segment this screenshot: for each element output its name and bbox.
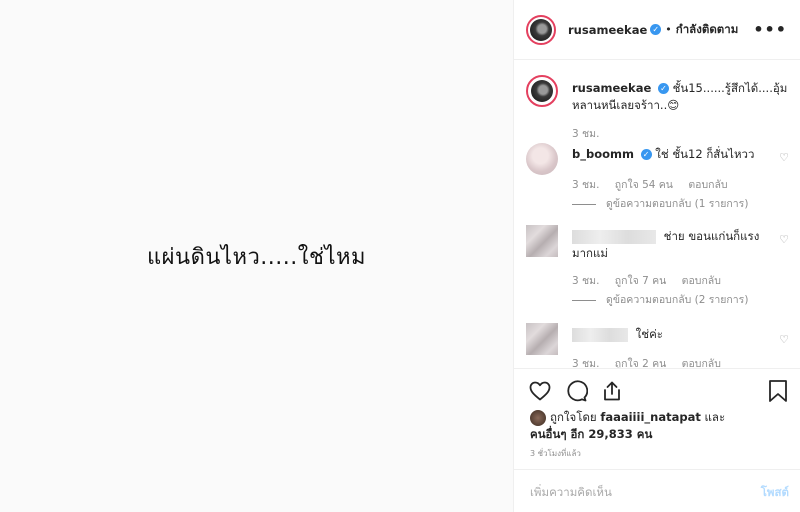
post-side-panel: rusameekae ✓ • กำลังติดตาม ••• rusameeka…: [513, 0, 800, 512]
comment-item: ใช่ค่ะ ♡ 3 ชม. ถูกใจ 2 คน ตอบกลับ: [526, 323, 791, 368]
verified-badge-icon: ✓: [657, 83, 669, 94]
caption-time[interactable]: 3 ชม.: [572, 128, 599, 140]
commenter-username[interactable]: b_boomm: [572, 147, 634, 161]
caption-meta: 3 ชม.: [572, 125, 611, 142]
commenter-avatar[interactable]: [526, 143, 558, 175]
post-actions-section: ถูกใจโดย faaaiiii_natapat และ คนอื่นๆ อี…: [514, 368, 800, 512]
view-replies-label: ดูข้อความตอบกลับ (1 รายการ): [606, 198, 749, 210]
commenter-username-blurred[interactable]: [572, 327, 628, 342]
verified-badge-icon: ✓: [640, 149, 652, 160]
post-time-ago[interactable]: 3 ชั่วโมงที่แล้ว: [530, 447, 581, 460]
comment-text: ใช่ค่ะ: [635, 327, 663, 341]
like-comment-heart-icon[interactable]: ♡: [779, 333, 789, 346]
header-separator: •: [665, 23, 672, 36]
author-avatar[interactable]: [526, 14, 556, 45]
like-comment-heart-icon[interactable]: ♡: [779, 151, 789, 164]
reply-button[interactable]: ตอบกลับ: [688, 179, 727, 191]
instagram-post-view: แผ่นดินไหว.....ใช่ไหม rusameekae ✓ • กำล…: [0, 0, 800, 512]
commenter-username-blurred[interactable]: [572, 229, 656, 244]
share-upload-icon[interactable]: [600, 379, 624, 403]
comment-time[interactable]: 3 ชม.: [572, 275, 599, 287]
liker-avatar[interactable]: [530, 409, 546, 426]
view-replies-button[interactable]: ดูข้อความตอบกลับ (1 รายการ): [572, 195, 748, 212]
add-comment-input[interactable]: เพิ่มความคิดเห็น: [530, 484, 612, 502]
more-options-icon[interactable]: •••: [753, 20, 787, 39]
add-comment-bar: เพิ่มความคิดเห็น โพสต์: [514, 469, 800, 512]
following-button[interactable]: กำลังติดตาม: [676, 21, 739, 39]
replies-divider: [572, 299, 596, 301]
action-icons-row: [528, 379, 624, 403]
commenter-avatar-blurred[interactable]: [526, 225, 558, 257]
comment-text: ใช่ ชั้น12 ก็สั่นไหวว: [655, 147, 755, 161]
post-comment-button[interactable]: โพสต์: [761, 484, 789, 502]
like-comment-heart-icon[interactable]: ♡: [779, 233, 789, 246]
author-username[interactable]: rusameekae: [568, 23, 647, 37]
comment-bubble-icon[interactable]: [564, 379, 588, 403]
reply-button[interactable]: ตอบกลับ: [682, 275, 721, 287]
comment-time[interactable]: 3 ชม.: [572, 358, 599, 368]
comment-meta: 3 ชม. ถูกใจ 2 คน ตอบกลับ: [572, 355, 733, 368]
commenter-avatar-blurred[interactable]: [526, 323, 558, 355]
reply-button[interactable]: ตอบกลับ: [682, 358, 721, 368]
caption-username[interactable]: rusameekae: [572, 81, 651, 95]
comment-item: ช่าย ขอนแก่นก็แรงมากแม่ ♡ 3 ชม. ถูกใจ 7 …: [526, 225, 791, 308]
like-heart-icon[interactable]: [528, 379, 552, 403]
likes-and: และ: [704, 410, 726, 424]
comment-likes[interactable]: ถูกใจ 2 คน: [615, 358, 667, 368]
view-replies-label: ดูข้อความตอบกลับ (2 รายการ): [606, 294, 749, 306]
caption-avatar[interactable]: [526, 75, 558, 107]
comment-item: b_boomm ✓ ใช่ ชั้น12 ก็สั่นไหวว ♡ 3 ชม. …: [526, 143, 791, 213]
likes-prefix: ถูกใจโดย: [550, 410, 597, 424]
post-header: rusameekae ✓ • กำลังติดตาม •••: [514, 0, 800, 60]
comment-text-block: ใช่ค่ะ: [572, 326, 769, 343]
comment-meta: 3 ชม. ถูกใจ 7 คน ตอบกลับ: [572, 272, 733, 289]
verified-badge-icon: ✓: [650, 24, 662, 35]
comment-likes[interactable]: ถูกใจ 54 คน: [615, 179, 673, 191]
save-bookmark-icon[interactable]: [767, 379, 789, 403]
comments-list[interactable]: rusameekae ✓ ชั้น15......รู้สึกได้....อุ…: [514, 61, 800, 368]
comment-text-block: b_boomm ✓ ใช่ ชั้น12 ก็สั่นไหวว: [572, 146, 769, 163]
caption-comment: rusameekae ✓ ชั้น15......รู้สึกได้....อุ…: [526, 75, 791, 145]
likes-others-count[interactable]: คนอื่นๆ อีก 29,833 คน: [530, 427, 652, 441]
comment-time[interactable]: 3 ชม.: [572, 179, 599, 191]
caption-text-block: rusameekae ✓ ชั้น15......รู้สึกได้....อุ…: [572, 80, 791, 114]
view-replies-button[interactable]: ดูข้อความตอบกลับ (2 รายการ): [572, 291, 748, 308]
replies-divider: [572, 203, 596, 205]
comment-likes[interactable]: ถูกใจ 7 คน: [615, 275, 667, 287]
comment-text-block: ช่าย ขอนแก่นก็แรงมากแม่: [572, 228, 769, 262]
post-image[interactable]: แผ่นดินไหว.....ใช่ไหม: [0, 0, 513, 512]
post-image-text: แผ่นดินไหว.....ใช่ไหม: [146, 244, 367, 270]
likes-summary: ถูกใจโดย faaaiiii_natapat และ คนอื่นๆ อี…: [530, 409, 790, 443]
liker-username[interactable]: faaaiiii_natapat: [600, 410, 701, 424]
comment-meta: 3 ชม. ถูกใจ 54 คน ตอบกลับ: [572, 176, 740, 193]
